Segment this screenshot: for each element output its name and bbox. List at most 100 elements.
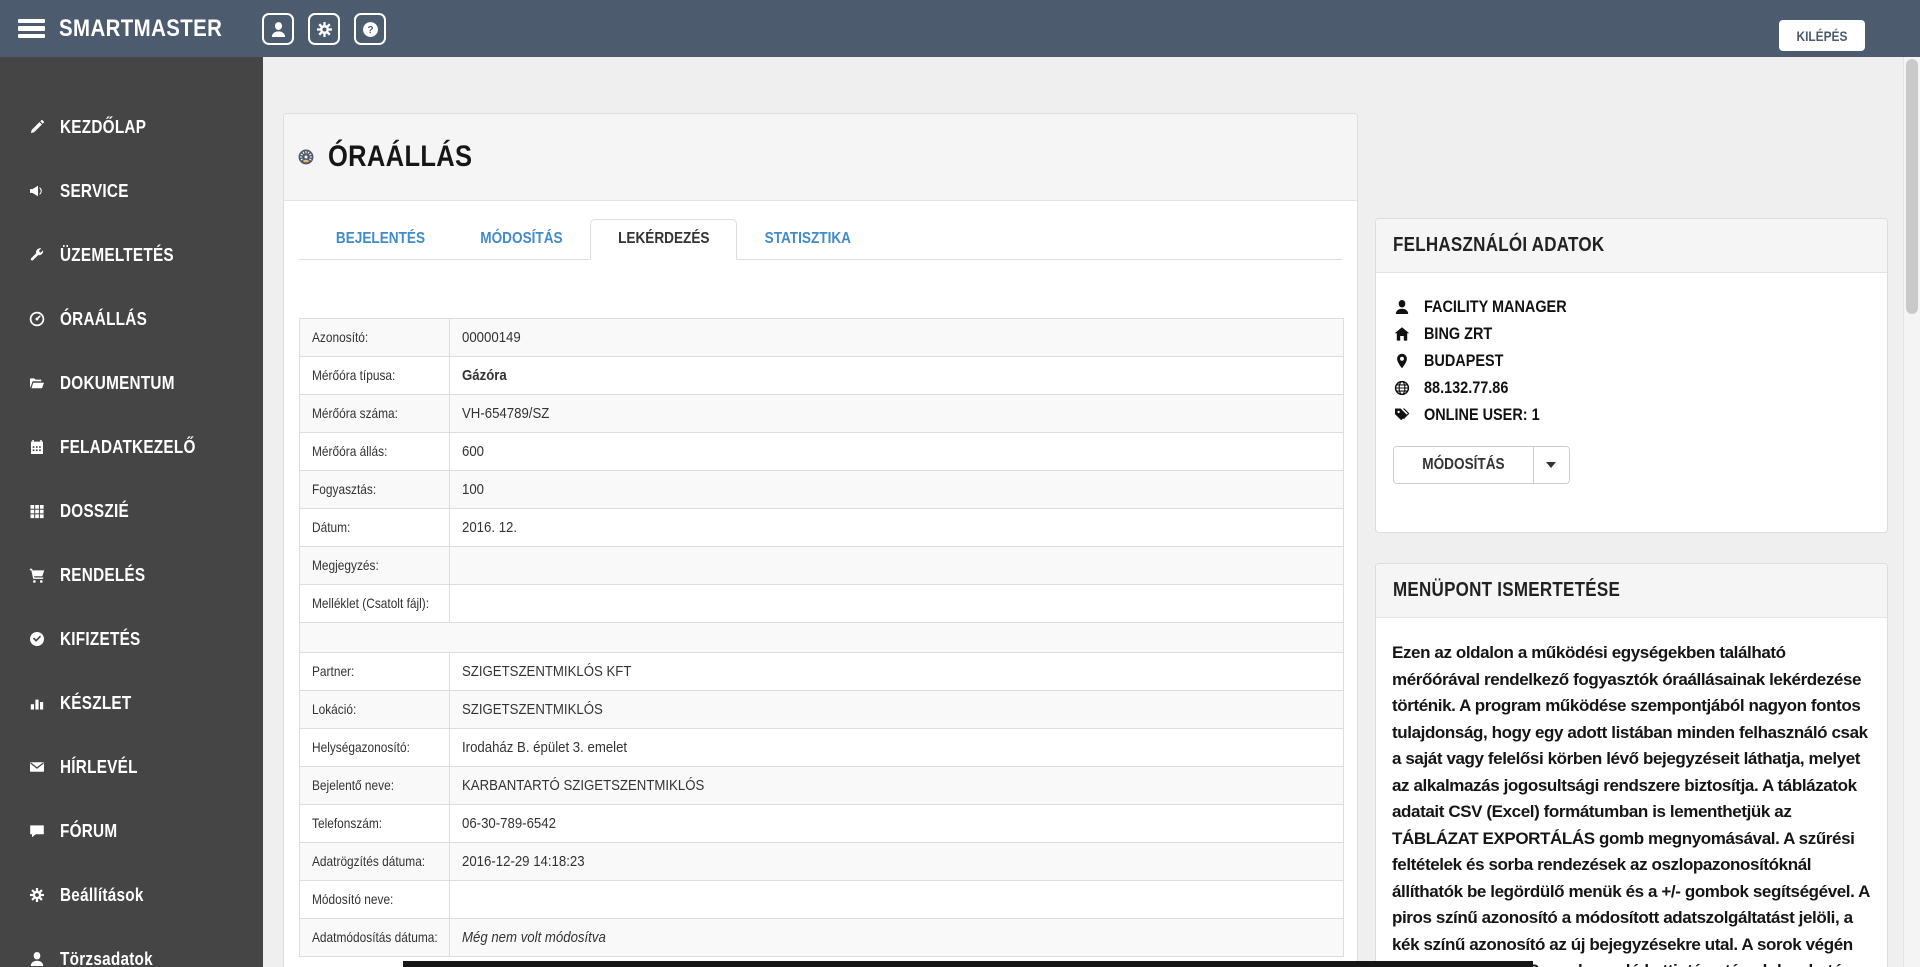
sidebar-item-keszlet[interactable]: KÉSZLET	[0, 671, 263, 735]
sidebar-item-label: SERVICE	[60, 181, 129, 202]
user-info-88-132-77-86: 88.132.77.86	[1393, 374, 1870, 401]
table-row: Adatmódosítás dátuma:Még nem volt módosí…	[300, 919, 1344, 957]
sidebar-item-dokumentum[interactable]: DOKUMENTUM	[0, 351, 263, 415]
modify-button[interactable]: MÓDOSÍTÁS	[1394, 447, 1534, 483]
field-value: Még nem volt módosítva	[450, 919, 1344, 957]
field-label: Módosító neve:	[300, 881, 450, 919]
field-value: 2016-12-29 14:18:23	[450, 843, 1344, 881]
user-panel: FELHASZNÁLÓI ADATOK FACILITY MANAGERBING…	[1375, 218, 1888, 533]
field-value: 00000149	[450, 319, 1344, 357]
field-value: VH-654789/SZ	[450, 395, 1344, 433]
field-label: Bejelentő neve:	[300, 767, 450, 805]
calendar-icon	[27, 439, 47, 455]
help-icon: ?	[362, 21, 379, 38]
table-row: Fogyasztás:100	[300, 471, 1344, 509]
comment-icon	[27, 823, 47, 839]
modify-split-button: MÓDOSÍTÁS	[1393, 446, 1570, 484]
globe-icon	[1393, 380, 1410, 396]
table-row: Mérőóra állás:600	[300, 433, 1344, 471]
sidebar-item-dosszie[interactable]: DOSSZIÉ	[0, 479, 263, 543]
tab-lekerdezes[interactable]: LEKÉRDEZÉS	[590, 219, 738, 260]
tab-label: LEKÉRDEZÉS	[618, 230, 709, 248]
spacer-row	[300, 623, 1344, 653]
logout-button[interactable]: KILÉPÉS	[1779, 20, 1865, 51]
check-circle-icon	[27, 631, 47, 647]
sidebar-item-label: Beállítások	[60, 885, 144, 906]
table-row: Dátum:2016. 12.	[300, 509, 1344, 547]
sidebar-item-feladatkezelo[interactable]: FELADATKEZELŐ	[0, 415, 263, 479]
field-value: Gázóra	[450, 357, 1344, 395]
megaphone-icon	[27, 183, 47, 199]
sidebar-item-kezdolap[interactable]: KEZDŐLAP	[0, 95, 263, 159]
sidebar-item-torzsadatok[interactable]: Törzsadatok	[0, 927, 263, 967]
table-row: Partner:SZIGETSZENTMIKLÓS KFT	[300, 653, 1344, 691]
field-value: 600	[450, 433, 1344, 471]
field-value	[450, 585, 1344, 623]
tab-bar: BEJELENTÉS MÓDOSÍTÁS LEKÉRDEZÉS STATISZTIKA	[299, 219, 1342, 260]
sidebar-item-label: FELADATKEZELŐ	[60, 437, 196, 458]
field-value	[450, 547, 1344, 585]
user-button[interactable]	[262, 13, 294, 45]
field-value: 06-30-789-6542	[450, 805, 1344, 843]
tab-label: MÓDOSÍTÁS	[480, 230, 562, 248]
sidebar-item-uzemeltetes[interactable]: ÜZEMELTETÉS	[0, 223, 263, 287]
vertical-scrollbar[interactable]	[1903, 57, 1920, 967]
table-row: Megjegyzés:	[300, 547, 1344, 585]
menu-icon[interactable]	[18, 19, 45, 38]
sidebar-item-beallitasok[interactable]: Beállítások	[0, 863, 263, 927]
sidebar-item-label: ÓRAÁLLÁS	[60, 309, 147, 330]
user-info-text: 88.132.77.86	[1424, 378, 1508, 398]
sidebar-item-rendeles[interactable]: RENDELÉS	[0, 543, 263, 607]
sidebar-item-label: KÉSZLET	[60, 693, 131, 714]
bar-chart-icon	[27, 695, 47, 711]
vertical-scrollbar-thumb[interactable]	[1906, 59, 1918, 314]
table-row: Azonosító:00000149	[300, 319, 1344, 357]
user-info-text: ONLINE USER: 1	[1424, 405, 1540, 425]
field-label: Lokáció:	[300, 691, 450, 729]
user-info-facility-manager: FACILITY MANAGER	[1393, 293, 1870, 320]
field-value: KARBANTARTÓ SZIGETSZENTMIKLÓS	[450, 767, 1344, 805]
sidebar-item-service[interactable]: SERVICE	[0, 159, 263, 223]
app-title: SMARTMASTER	[59, 15, 251, 43]
field-label: Mérőóra típusa:	[300, 357, 450, 395]
field-label: Mérőóra állás:	[300, 433, 450, 471]
sidebar-item-label: KIFIZETÉS	[60, 629, 141, 650]
envelope-icon	[27, 759, 47, 775]
gauge-icon	[27, 311, 47, 327]
home-icon	[1393, 326, 1410, 342]
sidebar-item-oraallas[interactable]: ÓRAÁLLÁS	[0, 287, 263, 351]
wrench-icon	[27, 247, 47, 263]
field-label: Melléklet (Csatolt fájl):	[300, 585, 450, 623]
table-row	[300, 623, 1344, 653]
sidebar-item-label: ÜZEMELTETÉS	[60, 245, 174, 266]
help-button[interactable]: ?	[354, 13, 386, 45]
tab-bejelentes[interactable]: BEJELENTÉS	[308, 219, 453, 260]
table-row: Melléklet (Csatolt fájl):	[300, 585, 1344, 623]
sidebar-item-kifizetes[interactable]: KIFIZETÉS	[0, 607, 263, 671]
sidebar-item-forum[interactable]: FÓRUM	[0, 799, 263, 863]
tab-modositas[interactable]: MÓDOSÍTÁS	[453, 219, 590, 260]
sidebar-item-label: RENDELÉS	[60, 565, 145, 586]
modify-dropdown-toggle[interactable]	[1534, 447, 1569, 483]
horizontal-scrollbar-thumb[interactable]	[403, 961, 1533, 967]
table-row: Bejelentő neve:KARBANTARTÓ SZIGETSZENTMI…	[300, 767, 1344, 805]
svg-text:?: ?	[367, 25, 373, 36]
table-row: Módosító neve:	[300, 881, 1344, 919]
gear-icon	[27, 887, 47, 903]
user-icon	[270, 21, 287, 38]
tab-statisztika[interactable]: STATISZTIKA	[737, 219, 879, 260]
field-label: Mérőóra száma:	[300, 395, 450, 433]
sidebar-item-hirlevel[interactable]: HÍRLEVÉL	[0, 735, 263, 799]
field-label: Adatrögzítés dátuma:	[300, 843, 450, 881]
tags-icon	[1393, 407, 1410, 423]
sidebar: KEZDŐLAP SERVICE ÜZEMELTETÉS ÓRAÁLLÁS DOKUME…	[0, 57, 263, 967]
tab-label: BEJELENTÉS	[336, 230, 425, 248]
user-panel-title: FELHASZNÁLÓI ADATOK	[1376, 219, 1887, 273]
sidebar-item-label: FÓRUM	[60, 821, 117, 842]
grid-icon	[27, 503, 47, 519]
gear-button[interactable]	[308, 13, 340, 45]
sidebar-item-label: DOKUMENTUM	[60, 373, 175, 394]
field-value	[450, 881, 1344, 919]
cart-icon	[27, 567, 47, 583]
field-value: Irodaház B. épület 3. emelet	[450, 729, 1344, 767]
